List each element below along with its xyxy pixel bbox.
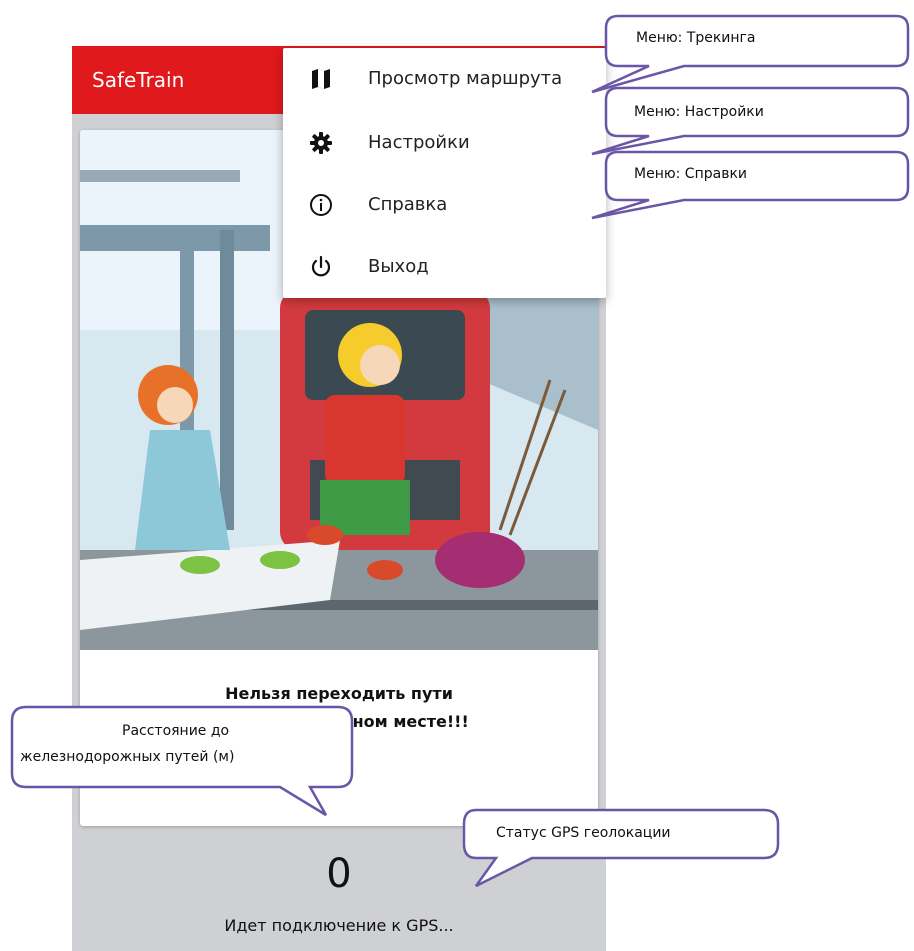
callout-text: Статус GPS геолокации: [496, 825, 671, 841]
callout-text: Меню: Трекинга: [636, 30, 756, 46]
gear-icon: [310, 132, 332, 154]
menu-item-label: Просмотр маршрута: [368, 68, 563, 89]
menu-item-exit[interactable]: Выход: [283, 236, 606, 298]
callout-gps-status: Статус GPS геолокации: [462, 808, 782, 888]
callout-bubble: [591, 86, 910, 156]
gps-status-text: Идет подключение к GPS...: [224, 916, 454, 935]
info-icon: [310, 194, 332, 216]
callout-bubble: [462, 808, 780, 888]
app-title: SafeTrain: [92, 68, 185, 92]
map-icon: [312, 69, 330, 89]
callout-text-line-2: железнодорожных путей (м): [20, 749, 235, 765]
callout-bubble: [591, 14, 910, 94]
menu-item-label: Настройки: [368, 132, 470, 153]
menu-item-help[interactable]: Справка: [283, 174, 606, 236]
callout-settings-menu: Меню: Настройки: [591, 86, 910, 156]
callout-tracking-menu: Меню: Трекинга: [591, 14, 910, 94]
overflow-menu: Просмотр маршрута Настройки Справка Выхо…: [283, 48, 606, 298]
menu-item-view-route[interactable]: Просмотр маршрута: [283, 48, 606, 110]
warning-line-1: Нельзя переходить пути: [225, 684, 453, 703]
menu-item-label: Справка: [368, 194, 448, 215]
callout-text: Меню: Настройки: [634, 104, 764, 120]
power-icon: [311, 255, 331, 277]
menu-item-settings[interactable]: Настройки: [283, 112, 606, 174]
callout-text-line-1: Расстояние до: [122, 723, 230, 739]
callout-bubble: [591, 150, 910, 220]
callout-distance: Расстояние до железнодорожных путей (м): [10, 705, 356, 817]
menu-item-label: Выход: [368, 256, 429, 277]
callout-help-menu: Меню: Справки: [591, 150, 910, 220]
callout-text: Меню: Справки: [634, 166, 747, 182]
